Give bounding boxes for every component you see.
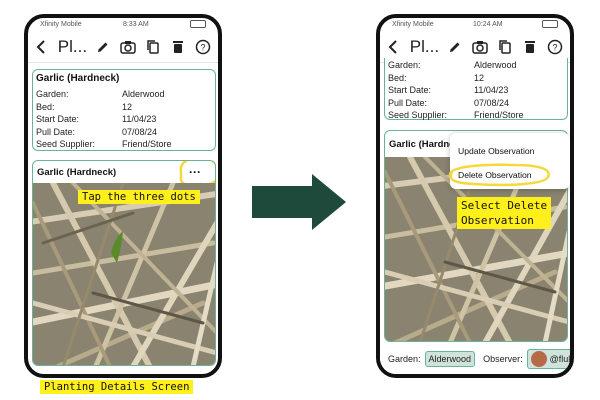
back-chevron-icon[interactable] [34, 39, 48, 55]
right-arrow-icon [252, 174, 346, 230]
status-bar: Xfinity Mobile 8:33 AM [28, 18, 218, 30]
info-row-garden: Garden: Alderwood [36, 89, 165, 99]
nav-bar: Pl... ? [28, 31, 218, 63]
back-chevron-icon[interactable] [386, 39, 400, 55]
observer-handle: @fluke [549, 354, 573, 364]
update-observation-menu-item[interactable]: Update Observation [458, 146, 534, 156]
observer-label: Observer: [483, 354, 523, 364]
info-row-start-date: Start Date: 11/04/23 [36, 114, 157, 125]
battery-icon [542, 20, 558, 28]
info-row-garden: Garden: Alderwood [388, 60, 517, 70]
page-title: Pl... [409, 36, 440, 56]
info-row-bed: Bed: 12 [388, 72, 485, 83]
nav-actions: ? [94, 38, 212, 56]
avatar [530, 351, 547, 367]
garden-chip[interactable]: Alderwood [424, 351, 476, 367]
svg-text:?: ? [200, 42, 205, 52]
observation-title: Garlic (Hardneck) [37, 166, 117, 178]
pencil-icon[interactable] [446, 38, 464, 56]
info-row-seed-supplier: Seed Supplier: Friend/Store [36, 139, 172, 150]
plant-name: Garlic (Hardneck) [36, 73, 120, 84]
observation-photo [33, 183, 215, 365]
pencil-icon[interactable] [94, 38, 112, 56]
page-title: Pl... [57, 36, 88, 56]
garden-label: Garden: [388, 354, 421, 364]
trash-icon[interactable] [169, 38, 187, 56]
info-row-bed: Bed: 12 [36, 101, 133, 112]
observer-chip[interactable]: @fluke [526, 349, 573, 369]
select-delete-callout: Select Delete Observation [457, 197, 552, 229]
info-row-pull-date: Pull Date: 07/08/24 [36, 126, 158, 137]
screen-caption: Planting Details Screen [40, 380, 194, 394]
callout-line-2: Observation [461, 214, 534, 227]
help-icon[interactable]: ? [546, 38, 564, 56]
carrier-label: Xfinity Mobile [392, 20, 434, 28]
trash-icon[interactable] [521, 38, 539, 56]
copy-icon[interactable] [496, 38, 514, 56]
nav-actions: ? [446, 38, 564, 56]
observation-action-menu: Update Observation Delete Observation [448, 133, 570, 189]
observation-header: Garlic (Hardneck) ··· [33, 161, 215, 187]
clock: 10:24 AM [473, 20, 503, 28]
callout-line-1: Select Delete [461, 199, 548, 212]
planting-info-card: Garlic (Hardneck) Garden: Alderwood Bed: 1… [32, 69, 216, 151]
phone-observation-menu: Xfinity Mobile 10:24 AM Pl... ? Garden: … [376, 14, 574, 378]
camera-icon[interactable] [471, 38, 489, 56]
help-icon[interactable]: ? [194, 38, 212, 56]
info-row-start-date: Start Date: 11/04/23 [388, 85, 509, 96]
svg-text:?: ? [552, 42, 557, 52]
battery-icon [189, 20, 206, 28]
info-row-seed-supplier: Seed Supplier: Friend/Store [388, 110, 524, 121]
info-row-pull-date: Pull Date: 07/08/24 [388, 97, 510, 108]
clock: 8:33 AM [122, 20, 149, 28]
tap-three-dots-callout: Tap the three dots [78, 190, 200, 204]
highlight-scribble [448, 163, 550, 187]
status-bar: Xfinity Mobile 10:24 AM [380, 18, 570, 30]
camera-icon[interactable] [119, 38, 137, 56]
copy-icon[interactable] [144, 38, 162, 56]
planting-info-card: Garden: Alderwood Bed: 12 Start Date: 11/04… [384, 58, 568, 120]
carrier-label: Xfinity Mobile [40, 20, 82, 28]
observation-footer: Garden: Alderwood Observer: @fluke [380, 344, 570, 374]
